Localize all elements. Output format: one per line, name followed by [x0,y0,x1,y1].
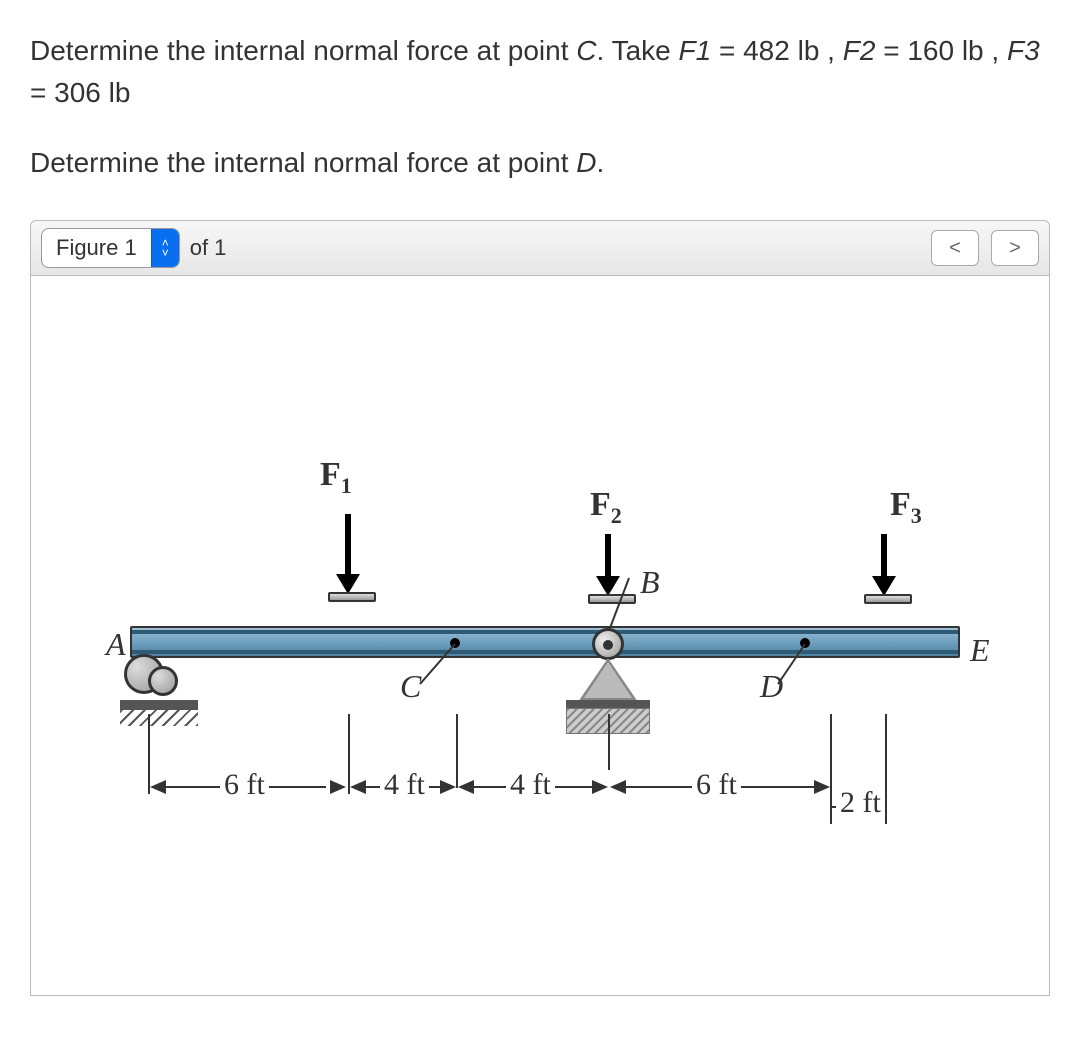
dim-tick [608,714,610,770]
stepper-icon[interactable]: ˄ ˅ [151,229,179,267]
figure-panel: F1 F2 F3 [30,276,1050,996]
text: Determine the internal normal force at p… [30,35,576,66]
force-label-f2: F2 [590,486,622,529]
figure-header: Figure 1 ˄ ˅ of 1 < > [30,220,1050,276]
dim-arrow [814,780,830,794]
point-label-c: C [400,668,421,705]
dim-text-5: 2 ft [836,786,885,820]
text: . Take [597,35,679,66]
var-f2: F2 [843,35,876,66]
force-arrow-f1 [328,514,368,602]
point-label-a: A [106,626,126,663]
point-d-ref: D [576,147,596,178]
dim-arrow [440,780,456,794]
dim-tick [885,714,887,824]
force-label-f1: F1 [320,456,352,499]
figure-selector-label: Figure 1 [42,231,151,265]
force-label-f3: F3 [890,486,922,529]
dim-text-4: 6 ft [692,768,741,802]
point-c-ref: C [576,35,596,66]
dim-text-2: 4 ft [380,768,429,802]
problem-statement: Determine the internal normal force at p… [30,30,1050,114]
dim-arrow [150,780,166,794]
text: = 482 lb , [711,35,843,66]
problem-statement-2: Determine the internal normal force at p… [30,142,1050,184]
force-arrow-f2 [588,534,628,604]
force-arrow-f3 [864,534,904,604]
var-f3: F3 [1007,35,1040,66]
dim-arrow [592,780,608,794]
figure-of-text: of 1 [190,235,227,261]
text: = 306 lb [30,77,130,108]
dim-arrow [610,780,626,794]
chevron-right-icon: > [1009,237,1021,260]
chevron-down-icon: ˅ [162,248,169,258]
point-d-dot [800,638,810,648]
dim-tick [456,714,458,788]
point-label-b: B [640,564,660,601]
point-label-d: D [760,668,783,705]
text: Determine the internal normal force at p… [30,147,576,178]
dim-arrow [330,780,346,794]
dim-text-1: 6 ft [220,768,269,802]
dim-text-3: 4 ft [506,768,555,802]
beam [130,626,960,658]
figure-selector-group: Figure 1 ˄ ˅ of 1 [41,228,226,268]
next-figure-button[interactable]: > [991,230,1039,266]
dim-arrow [350,780,366,794]
text: = 160 lb , [875,35,1007,66]
prev-figure-button[interactable]: < [931,230,979,266]
var-f1: F1 [679,35,712,66]
text: . [597,147,605,178]
beam-diagram: F1 F2 F3 [80,296,1000,896]
chevron-left-icon: < [949,237,961,260]
figure-nav-buttons: < > [931,230,1039,266]
figure-selector[interactable]: Figure 1 ˄ ˅ [41,228,180,268]
point-label-e: E [970,632,990,669]
dim-arrow [458,780,474,794]
point-c-dot [450,638,460,648]
